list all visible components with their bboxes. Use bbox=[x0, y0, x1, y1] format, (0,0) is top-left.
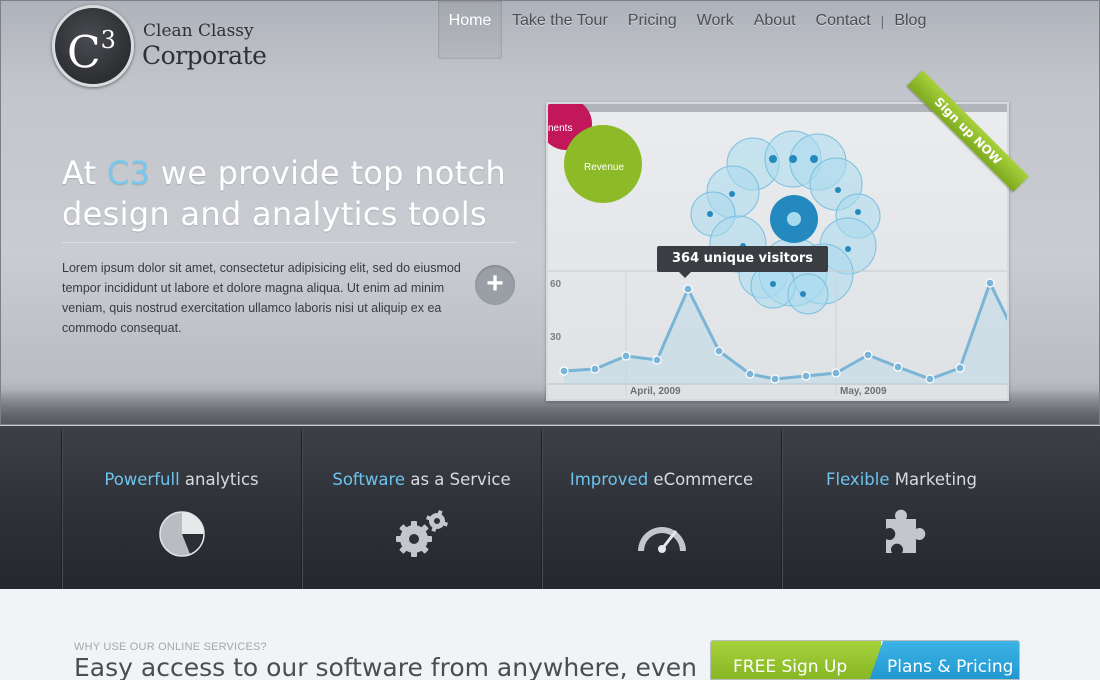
nav-blog[interactable]: Blog bbox=[884, 1, 936, 59]
logo-text-top[interactable]: Clean Classy bbox=[143, 21, 254, 41]
nav-contact[interactable]: Contact bbox=[806, 1, 881, 59]
feature-marketing[interactable]: Flexible Marketing bbox=[781, 430, 1021, 589]
feature-analytics[interactable]: Powerfull analytics bbox=[61, 430, 301, 589]
bubble-label-revenue: Revenue bbox=[584, 162, 624, 173]
visitors-tooltip: 364 unique visitors bbox=[657, 246, 828, 278]
nav-about[interactable]: About bbox=[744, 1, 806, 59]
y-tick-60: 60 bbox=[550, 279, 562, 290]
logo-mark[interactable]: C3 bbox=[67, 19, 116, 79]
logo-text-bottom[interactable]: Corporate bbox=[142, 41, 267, 70]
feature-title: Software as a Service bbox=[332, 470, 511, 489]
feature-saas[interactable]: Software as a Service bbox=[301, 430, 541, 589]
puzzle-piece-icon bbox=[885, 509, 925, 553]
hero-headline: At C3 we provide top notch design and an… bbox=[62, 154, 507, 233]
feature-title: Improved eCommerce bbox=[569, 470, 754, 489]
bubble-label-pink: nents bbox=[548, 123, 572, 134]
gears-icon bbox=[395, 509, 448, 557]
hero-intro-text: Lorem ipsum dolor sit amet, consectetur … bbox=[62, 261, 461, 335]
main-nav: Home Take the Tour Pricing Work About Co… bbox=[438, 1, 936, 59]
feature-title: Powerfull analytics bbox=[104, 470, 259, 489]
plans-pricing-button[interactable]: Plans & Pricing bbox=[869, 641, 1019, 679]
nav-work[interactable]: Work bbox=[687, 1, 744, 59]
cta-group: FREE Sign Up Plans & Pricing bbox=[710, 640, 1020, 680]
speedometer-icon bbox=[637, 527, 686, 553]
y-tick-30: 30 bbox=[550, 332, 562, 343]
feature-ecommerce[interactable]: Improved eCommerce bbox=[541, 430, 781, 589]
expand-plus-button[interactable]: + bbox=[475, 265, 515, 305]
nav-home[interactable]: Home bbox=[438, 1, 502, 59]
why-eyebrow: WHY USE OUR ONLINE SERVICES? bbox=[74, 641, 267, 653]
features-strip: Powerfull analytics Software as a Servic… bbox=[0, 426, 1100, 589]
nav-pricing[interactable]: Pricing bbox=[618, 1, 687, 59]
x-label-may: May, 2009 bbox=[840, 386, 887, 397]
nav-tour[interactable]: Take the Tour bbox=[502, 1, 618, 59]
free-signup-button[interactable]: FREE Sign Up bbox=[711, 641, 881, 679]
x-label-april: April, 2009 bbox=[630, 386, 681, 397]
why-heading: Easy access to our software from anywher… bbox=[74, 653, 697, 680]
feature-title: Flexible Marketing bbox=[826, 470, 977, 489]
pie-chart-icon bbox=[158, 511, 205, 557]
hero-divider bbox=[62, 242, 517, 243]
